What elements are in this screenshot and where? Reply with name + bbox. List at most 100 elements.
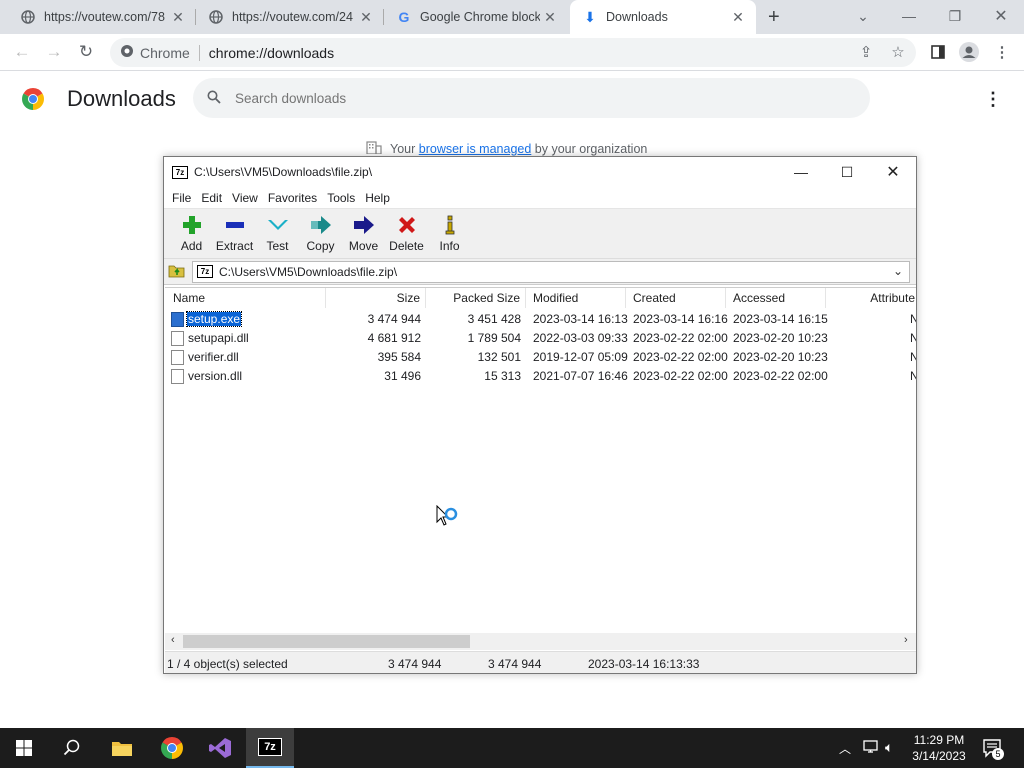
file-name: setup.exe: [185, 311, 243, 327]
column-accessed[interactable]: Accessed: [726, 288, 826, 308]
file-name: setupapi.dll: [188, 331, 249, 345]
restore-icon[interactable]: ❐: [932, 0, 978, 32]
tab-close-icon[interactable]: ✕: [356, 9, 376, 26]
file-accessed: 2023-02-22 02:00: [733, 369, 828, 383]
search-input[interactable]: [235, 90, 835, 106]
7zip-window: 7z C:\Users\VM5\Downloads\file.zip\ — ☐ …: [163, 156, 917, 674]
table-row[interactable]: verifier.dll 395 584 132 501 2019-12-07 …: [165, 348, 916, 367]
omnibox-divider: [198, 44, 200, 61]
table-row[interactable]: version.dll 31 496 15 313 2021-07-07 16:…: [165, 367, 916, 386]
tab-1[interactable]: https://voutew.com/78 ✕: [8, 0, 196, 34]
profile-icon[interactable]: [959, 42, 979, 62]
file-modified: 2019-12-07 05:09: [533, 350, 628, 364]
tab-downloads[interactable]: ⬇ Downloads ✕: [570, 0, 756, 34]
tab-close-icon[interactable]: ✕: [540, 9, 560, 26]
folder-up-icon[interactable]: [168, 262, 186, 281]
7zip-app-icon: 7z: [172, 165, 188, 179]
search-box[interactable]: [193, 78, 870, 118]
omnibox-chip: Chrome: [140, 44, 190, 61]
maximize-icon[interactable]: ☐: [824, 157, 870, 187]
menu-favorites[interactable]: Favorites: [263, 191, 322, 205]
7zip-taskbar-icon[interactable]: 7z: [246, 728, 294, 768]
tool-label: Info: [439, 239, 460, 253]
7zip-archive-icon: 7z: [197, 265, 213, 278]
tab-2[interactable]: https://voutew.com/24 ✕: [196, 0, 384, 34]
move-button[interactable]: Move: [342, 209, 385, 258]
clock[interactable]: 11:29 PM 3/14/2023: [906, 732, 972, 764]
chevron-down-icon[interactable]: ⌄: [893, 264, 903, 278]
more-actions-icon[interactable]: ⋮: [984, 89, 1002, 110]
file-attr: N: [910, 331, 916, 345]
new-tab-button[interactable]: +: [762, 0, 792, 34]
status-modified: 2023-03-14 16:13:33: [588, 657, 700, 671]
menu-tools[interactable]: Tools: [322, 191, 360, 205]
tab-title: Downloads: [606, 10, 668, 24]
file-packed: 132 501: [477, 350, 521, 364]
share-icon[interactable]: ⇪: [856, 42, 876, 62]
minimize-icon[interactable]: —: [886, 0, 932, 32]
info-button[interactable]: Info: [428, 209, 471, 258]
menu-help[interactable]: Help: [360, 191, 395, 205]
scroll-left-icon[interactable]: ‹: [171, 634, 175, 646]
menu-dots-icon[interactable]: ⋮: [992, 42, 1012, 62]
extract-button[interactable]: Extract: [213, 209, 256, 258]
tab-3[interactable]: G Google Chrome blocks ✕: [384, 0, 568, 34]
search-icon[interactable]: [48, 728, 96, 768]
scrollbar-thumb[interactable]: [183, 635, 470, 648]
file-size: 3 474 944: [367, 312, 421, 326]
tab-search-icon[interactable]: ⌄: [840, 0, 886, 32]
table-row[interactable]: setupapi.dll 4 681 912 1 789 504 2022-03…: [165, 329, 916, 348]
file-name: version.dll: [188, 369, 243, 383]
back-icon[interactable]: ←: [8, 38, 36, 66]
side-panel-icon[interactable]: [928, 42, 948, 62]
test-button[interactable]: Test: [256, 209, 299, 258]
visual-studio-icon[interactable]: [196, 728, 244, 768]
column-modified[interactable]: Modified: [526, 288, 626, 308]
path-field[interactable]: 7z C:\Users\VM5\Downloads\file.zip\ ⌄: [192, 260, 910, 283]
tab-close-icon[interactable]: ✕: [728, 9, 748, 26]
column-packed-size[interactable]: Packed Size: [426, 288, 526, 308]
network-icon[interactable]: [863, 739, 881, 758]
window-title: C:\Users\VM5\Downloads\file.zip\: [194, 165, 373, 179]
volume-icon[interactable]: 🔈︎: [885, 739, 893, 756]
clock-time: 11:29 PM: [913, 733, 965, 747]
copy-button[interactable]: Copy: [299, 209, 342, 258]
address-row: 7z C:\Users\VM5\Downloads\file.zip\ ⌄: [164, 259, 916, 285]
google-icon: G: [398, 9, 410, 25]
window-titlebar[interactable]: 7z C:\Users\VM5\Downloads\file.zip\ — ☐ …: [164, 157, 916, 187]
delete-button[interactable]: Delete: [385, 209, 428, 258]
column-name[interactable]: Name: [165, 288, 326, 308]
download-icon: ⬇: [584, 8, 596, 25]
column-attribute[interactable]: Attribute: [826, 288, 916, 308]
building-icon: [366, 140, 382, 157]
scroll-right-icon[interactable]: ›: [904, 634, 908, 646]
close-icon[interactable]: ✕: [978, 0, 1024, 32]
close-icon[interactable]: ✕: [870, 157, 916, 187]
menu-edit[interactable]: Edit: [196, 191, 227, 205]
tab-strip: https://voutew.com/78 ✕ https://voutew.c…: [0, 0, 1024, 34]
address-bar[interactable]: Chrome chrome://downloads: [110, 38, 916, 67]
file-explorer-icon[interactable]: [98, 728, 146, 768]
plus-icon: [181, 214, 203, 236]
bookmark-star-icon[interactable]: ☆: [888, 42, 908, 62]
notification-icon[interactable]: 5: [982, 738, 1004, 761]
column-created[interactable]: Created: [626, 288, 726, 308]
file-accessed: 2023-02-20 10:23: [733, 331, 828, 345]
file-attr: N: [910, 312, 916, 326]
forward-icon[interactable]: →: [40, 38, 68, 66]
chrome-icon[interactable]: [148, 728, 196, 768]
menu-view[interactable]: View: [227, 191, 263, 205]
dll-file-icon: [171, 369, 184, 384]
horizontal-scrollbar[interactable]: ‹ ›: [165, 633, 916, 650]
managed-link[interactable]: browser is managed: [419, 142, 532, 156]
add-button[interactable]: Add: [170, 209, 213, 258]
reload-icon[interactable]: ↻: [72, 38, 100, 66]
menu-file[interactable]: File: [167, 191, 196, 205]
tab-close-icon[interactable]: ✕: [168, 9, 188, 26]
table-row[interactable]: setup.exe 3 474 944 3 451 428 2023-03-14…: [165, 310, 916, 329]
column-size[interactable]: Size: [326, 288, 426, 308]
show-hidden-icons-icon[interactable]: ︿: [839, 740, 851, 757]
minimize-icon[interactable]: —: [778, 157, 824, 187]
start-button[interactable]: [0, 728, 48, 768]
info-icon: [439, 214, 461, 236]
